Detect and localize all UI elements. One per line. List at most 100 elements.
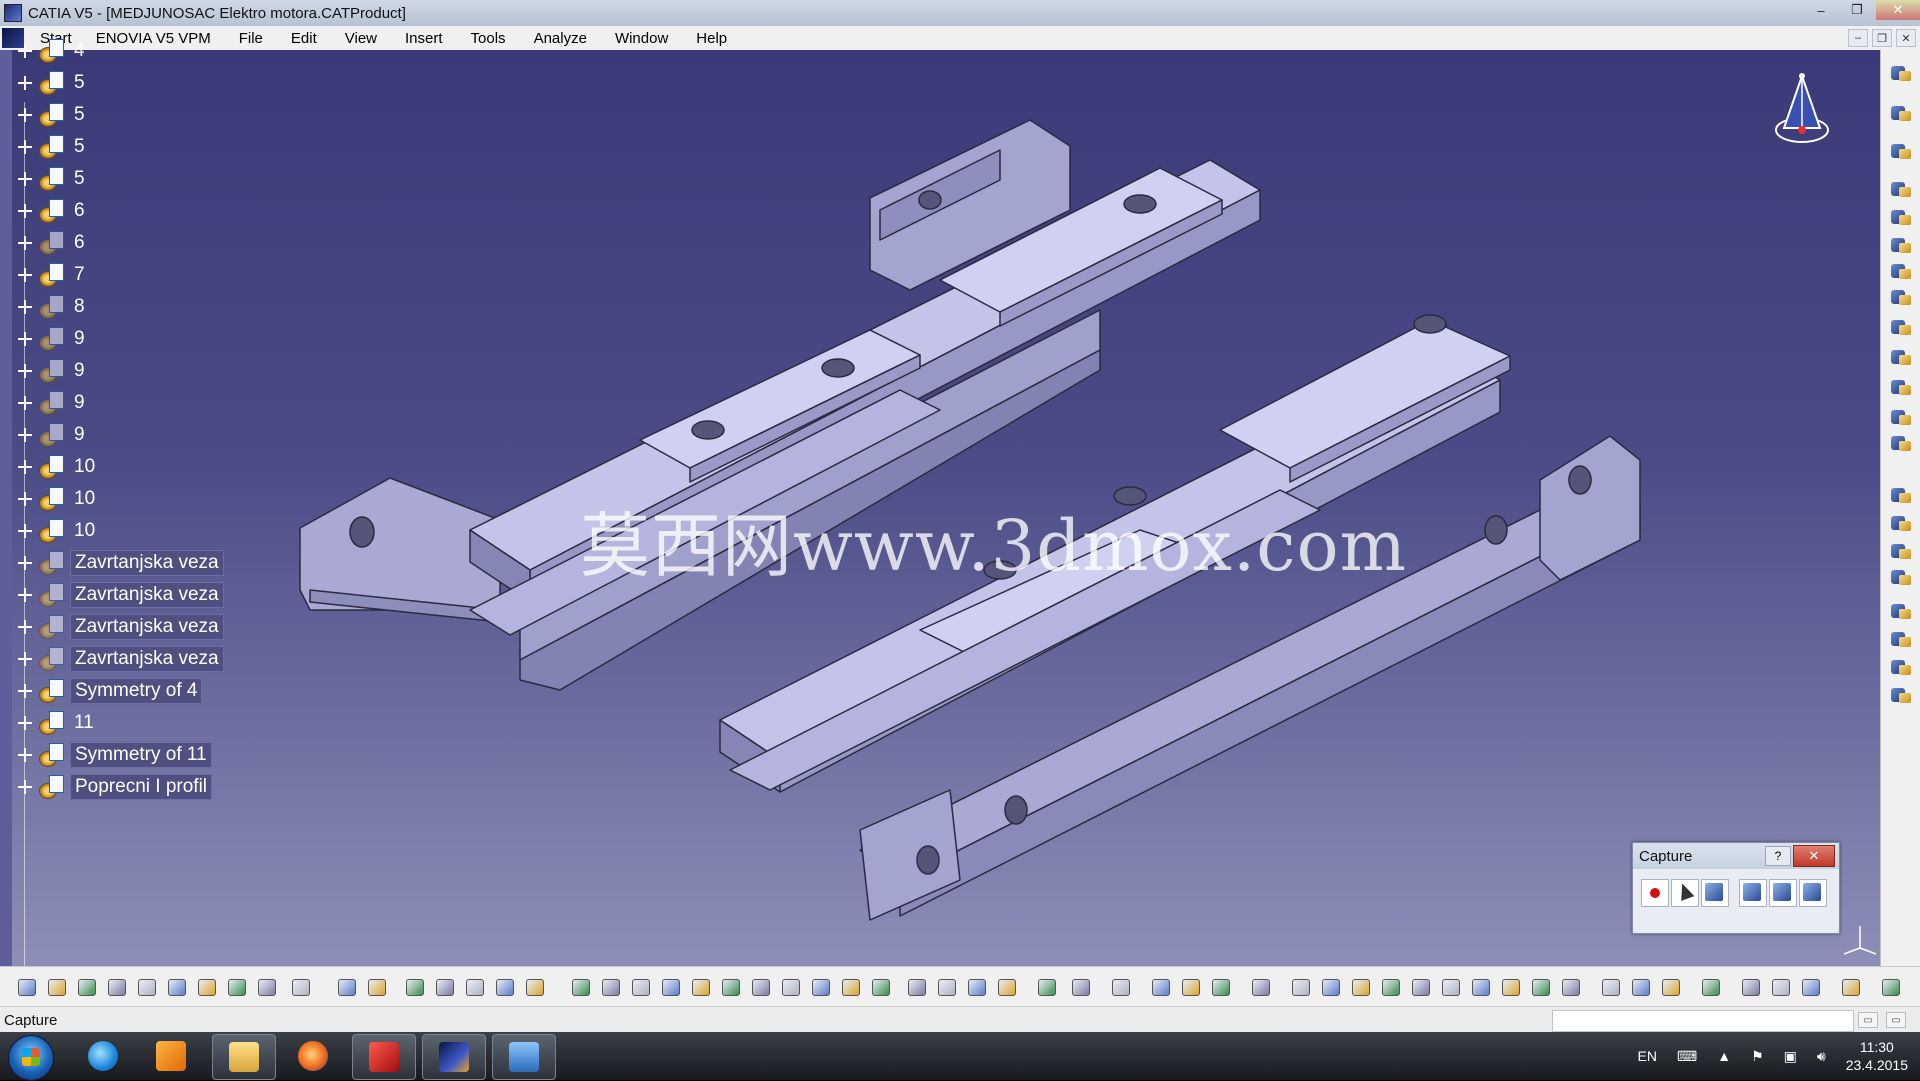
toolbar-tool-icon[interactable] [720,976,742,998]
toolbar-tool-icon[interactable] [1630,976,1652,998]
expand-plus-icon[interactable] [18,524,32,538]
assembly-tool-icon[interactable] [1889,684,1913,706]
assembly-tool-icon[interactable] [1889,140,1913,162]
toolbar-tool-icon[interactable] [936,976,958,998]
tree-node[interactable]: 9 [0,418,89,452]
expand-plus-icon[interactable] [18,236,32,250]
toolbar-tool-icon[interactable] [1180,976,1202,998]
tree-node[interactable]: Zavrtanjska veza [0,578,224,612]
expand-plus-icon[interactable] [18,652,32,666]
product-component-icon[interactable] [38,357,66,385]
media-player-icon[interactable] [140,1034,202,1078]
expand-plus-icon[interactable] [18,76,32,90]
toolbar-tool-icon[interactable] [1440,976,1462,998]
product-component-icon[interactable] [38,645,66,673]
toolbar-tool-icon[interactable] [570,976,592,998]
assembly-tool-icon[interactable] [1889,178,1913,200]
tree-node-label[interactable]: 9 [70,391,89,415]
toolbar-tool-icon[interactable] [1600,976,1622,998]
assembly-tool-icon[interactable] [1889,102,1913,124]
toolbar-tool-icon[interactable] [1070,976,1092,998]
expand-plus-icon[interactable] [18,780,32,794]
tree-node[interactable]: 5 [0,66,89,100]
tree-node[interactable]: Poprecni I profil [0,770,213,804]
toolbar-tool-icon[interactable] [1740,976,1762,998]
toolbar-tool-icon[interactable] [810,976,832,998]
tree-node-label[interactable]: 4 [70,39,89,63]
internet-explorer-icon[interactable] [72,1034,134,1078]
toolbar-tool-icon[interactable] [1840,976,1862,998]
expand-plus-icon[interactable] [18,300,32,314]
tree-node-label[interactable]: 6 [70,231,89,255]
product-component-icon[interactable] [38,485,66,513]
tree-node[interactable]: Symmetry of 4 [0,674,203,708]
tree-node[interactable]: Symmetry of 11 [0,738,212,772]
assembly-tool-icon[interactable] [1889,656,1913,678]
assembly-tool-icon[interactable] [1889,234,1913,256]
tree-node-label[interactable]: 5 [70,135,89,159]
command-input[interactable] [1552,1010,1854,1032]
tree-node-label[interactable]: 11 [70,711,98,735]
acrobat-icon[interactable] [352,1034,416,1080]
language-indicator[interactable]: EN [1638,1048,1657,1064]
tree-node-label[interactable]: 5 [70,71,89,95]
toolbar-tool-icon[interactable] [750,976,772,998]
toolbar-tool-icon[interactable] [290,976,312,998]
tree-node-label[interactable]: 5 [70,167,89,191]
doc-restore-button[interactable]: ❐ [1872,29,1892,47]
product-component-icon[interactable] [38,389,66,417]
product-component-icon[interactable] [38,549,66,577]
photos-icon[interactable] [492,1034,556,1080]
toolbar-tool-icon[interactable] [1560,976,1582,998]
status-toggle-b-icon[interactable]: ▭ [1886,1012,1906,1028]
file-explorer-icon[interactable] [212,1034,276,1080]
toolbar-tool-icon[interactable] [870,976,892,998]
product-component-icon[interactable] [38,421,66,449]
expand-plus-icon[interactable] [18,492,32,506]
tree-node[interactable]: 11 [0,706,98,740]
capture-dialog[interactable]: Capture ? ✕ [1632,842,1840,934]
toolbar-tool-icon[interactable] [166,976,188,998]
toolbar-tool-icon[interactable] [1470,976,1492,998]
product-component-icon[interactable] [38,197,66,225]
product-component-icon[interactable] [38,229,66,257]
menu-window[interactable]: Window [601,30,682,47]
toolbar-tool-icon[interactable] [76,976,98,998]
product-component-icon[interactable] [38,69,66,97]
toolbar-tool-icon[interactable] [226,976,248,998]
tree-node[interactable]: Zavrtanjska veza [0,546,224,580]
tree-node[interactable]: 9 [0,386,89,420]
tree-node-label[interactable]: Symmetry of 11 [70,742,212,768]
tree-node[interactable]: 5 [0,130,89,164]
tree-node-label[interactable]: 10 [70,455,99,479]
toolbar-tool-icon[interactable] [524,976,546,998]
product-component-icon[interactable] [38,325,66,353]
expand-plus-icon[interactable] [18,268,32,282]
product-component-icon[interactable] [38,741,66,769]
expand-plus-icon[interactable] [18,140,32,154]
product-component-icon[interactable] [38,165,66,193]
toolbar-tool-icon[interactable] [464,976,486,998]
toolbar-tool-icon[interactable] [1500,976,1522,998]
toolbar-tool-icon[interactable] [494,976,516,998]
assembly-tool-icon[interactable] [1889,512,1913,534]
tree-node-label[interactable]: 9 [70,359,89,383]
menu-insert[interactable]: Insert [391,30,457,47]
expand-plus-icon[interactable] [18,588,32,602]
product-component-icon[interactable] [38,261,66,289]
toolbar-tool-icon[interactable] [196,976,218,998]
capture-help-button[interactable]: ? [1765,846,1791,866]
toolbar-tool-icon[interactable] [1800,976,1822,998]
toolbar-tool-icon[interactable] [336,976,358,998]
catia-icon[interactable] [422,1034,486,1080]
status-toggle-a-icon[interactable]: ▭ [1858,1012,1878,1028]
expand-plus-icon[interactable] [18,396,32,410]
doc-minimize-button[interactable]: – [1848,29,1868,47]
toolbar-tool-icon[interactable] [136,976,158,998]
menu-view[interactable]: View [331,30,391,47]
toolbar-tool-icon[interactable] [1410,976,1432,998]
tree-node-label[interactable]: 7 [70,263,89,287]
product-component-icon[interactable] [38,677,66,705]
product-component-icon[interactable] [38,101,66,129]
tree-node-label[interactable]: 10 [70,519,99,543]
